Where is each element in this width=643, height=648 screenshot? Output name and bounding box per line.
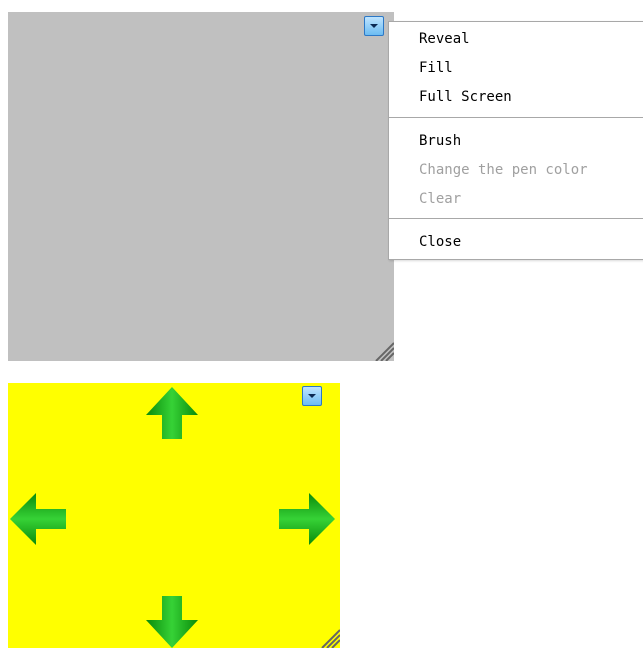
menu-item-brush[interactable]: Brush xyxy=(419,132,461,150)
resize-grip-icon[interactable] xyxy=(372,339,394,361)
menu-item-reveal[interactable]: Reveal xyxy=(419,30,470,48)
arrow-right-icon[interactable] xyxy=(279,493,335,545)
context-menu: Reveal Fill Full Screen Brush Change the… xyxy=(388,21,643,260)
arrow-left-icon[interactable] xyxy=(10,493,66,545)
resize-grip-icon[interactable] xyxy=(318,626,340,648)
chevron-down-icon xyxy=(370,24,378,28)
menu-item-clear: Clear xyxy=(419,191,462,207)
arrow-up-icon[interactable] xyxy=(146,387,198,439)
menu-item-close[interactable]: Close xyxy=(419,233,461,251)
menu-item-full-screen[interactable]: Full Screen xyxy=(419,88,512,106)
menu-item-fill[interactable]: Fill xyxy=(419,59,453,77)
menu-divider xyxy=(389,218,643,219)
yellow-panel-menu-button[interactable] xyxy=(302,386,322,406)
gray-panel-menu-button[interactable] xyxy=(364,16,384,36)
menu-divider xyxy=(389,117,643,118)
arrow-down-icon[interactable] xyxy=(146,596,198,648)
chevron-down-icon xyxy=(308,394,316,398)
gray-canvas-panel[interactable] xyxy=(8,12,394,361)
menu-item-change-pen-color: Change the pen color xyxy=(419,162,588,178)
